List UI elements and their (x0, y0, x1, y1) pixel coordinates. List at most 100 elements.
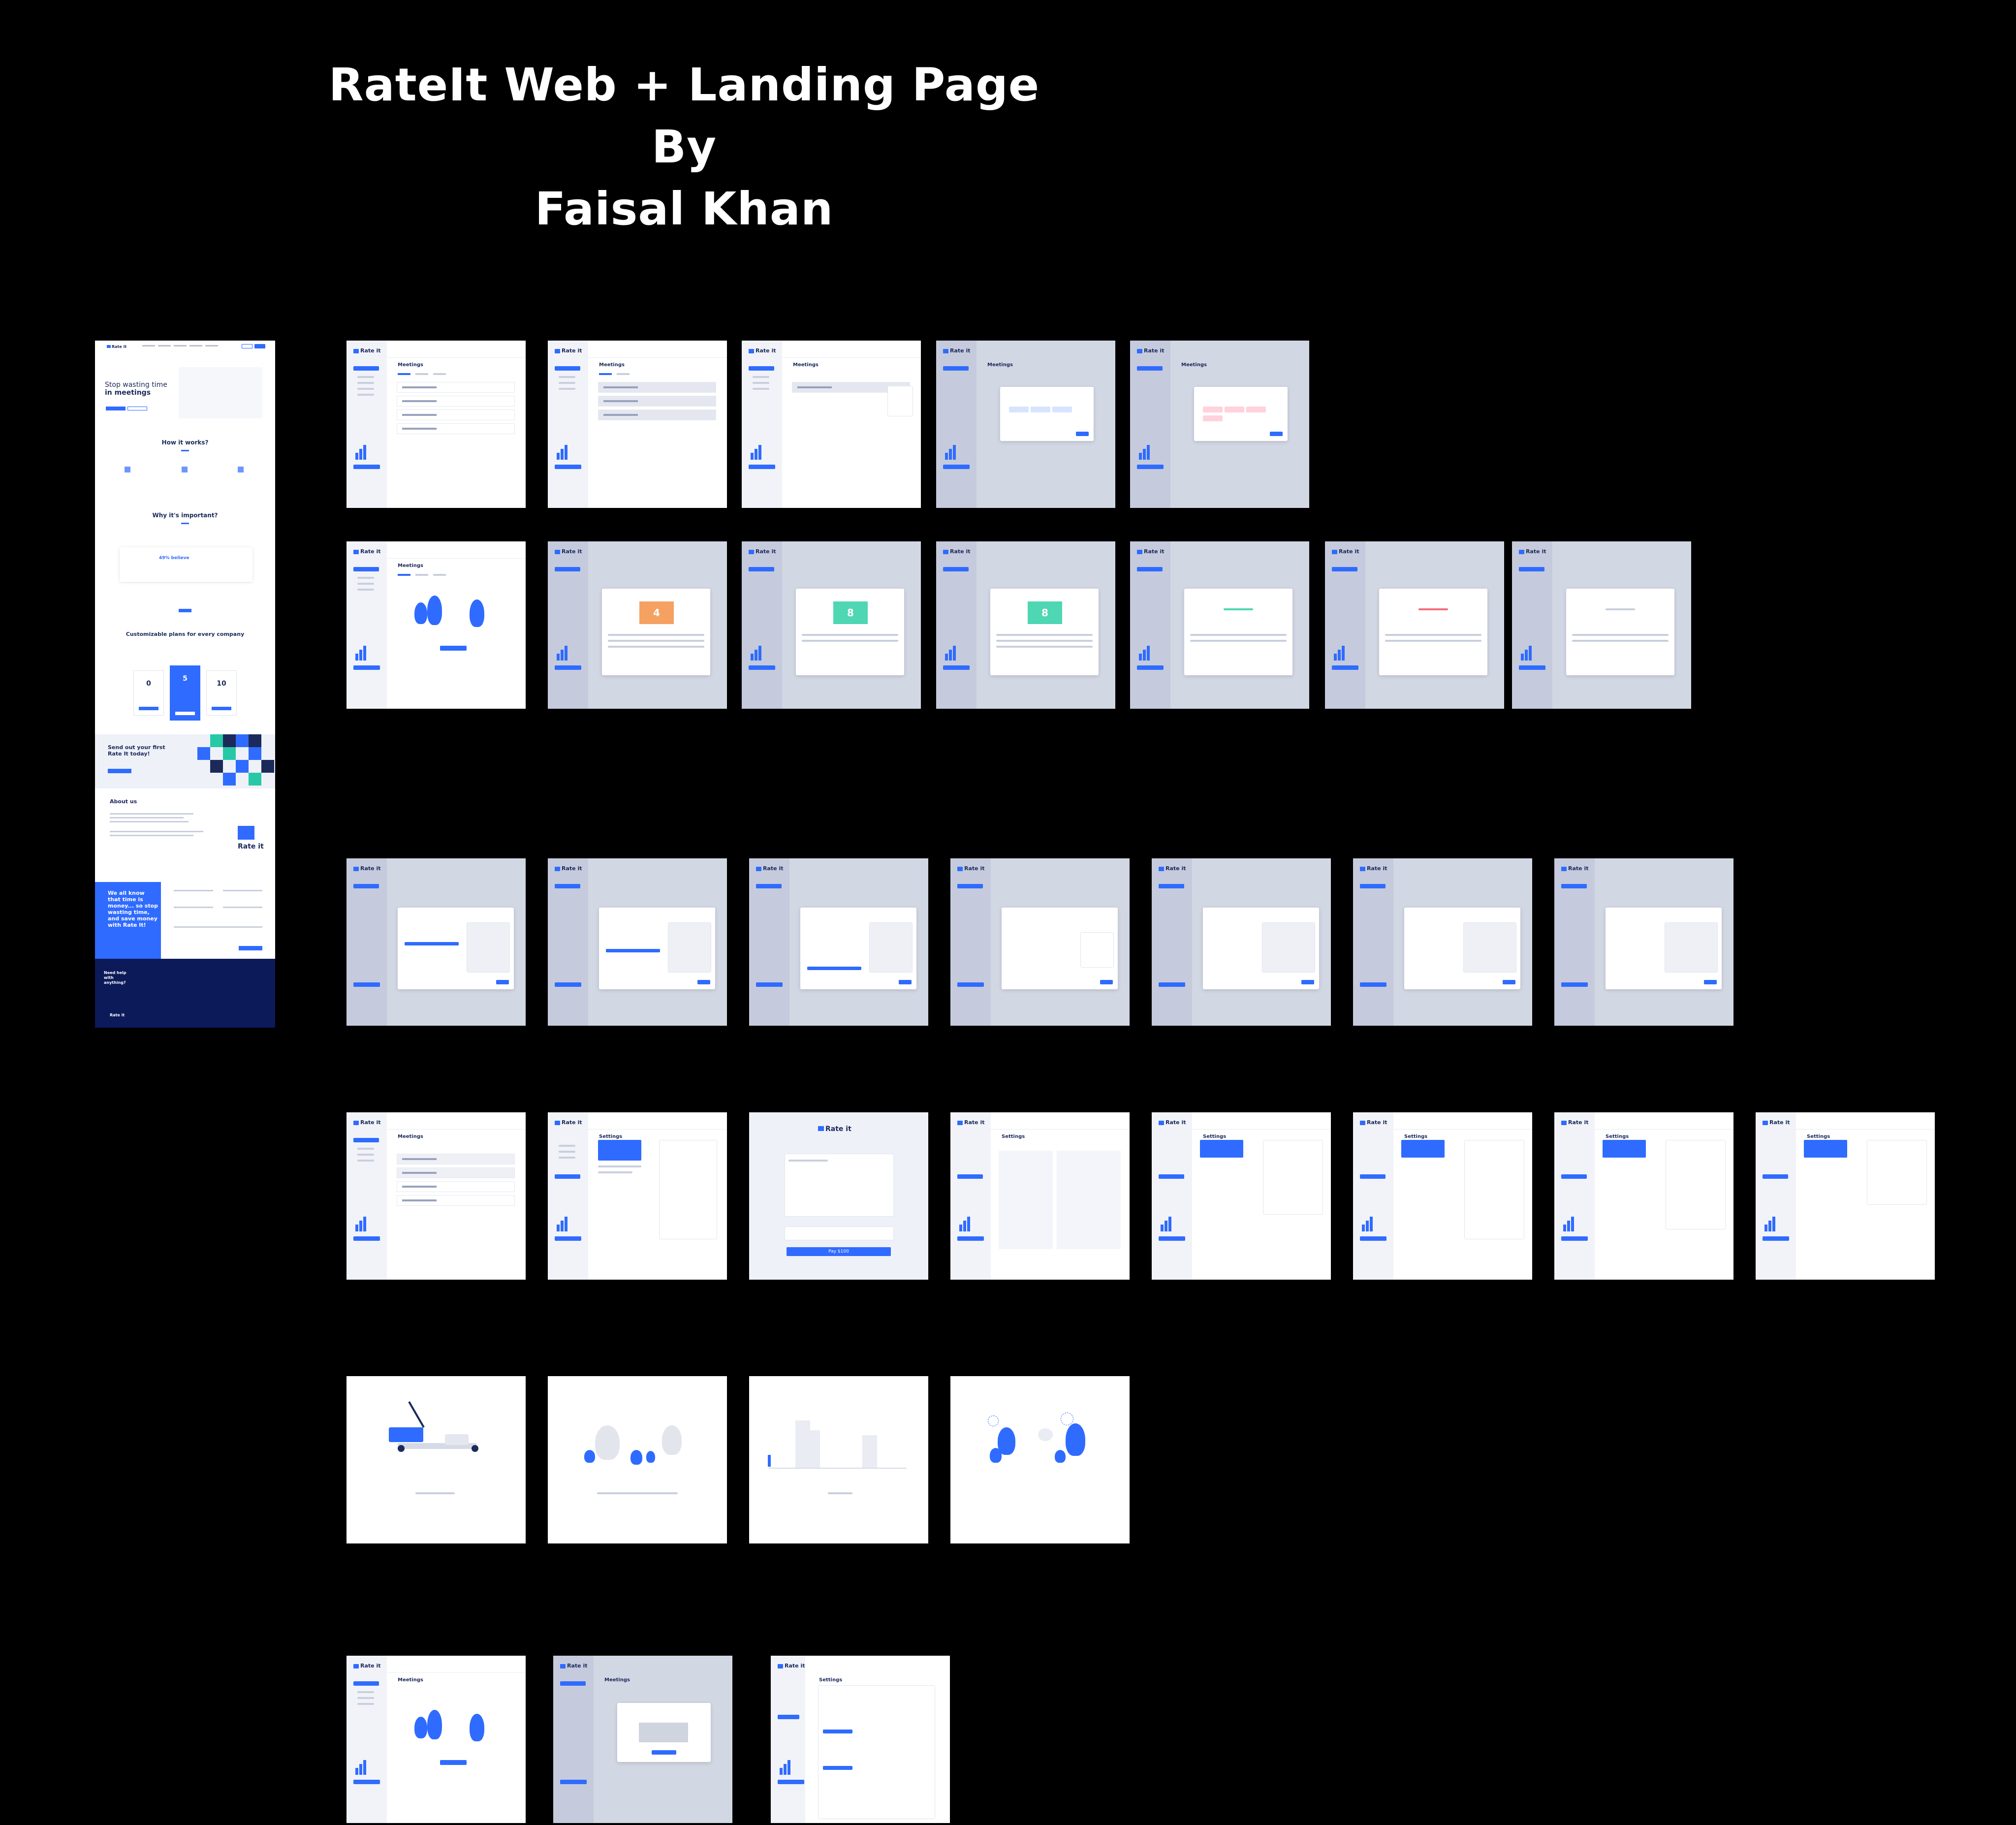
modal[interactable] (1379, 589, 1487, 675)
create-meeting-button[interactable] (440, 646, 467, 651)
screen-meetings-empty[interactable]: Rate it Meetings (346, 541, 526, 709)
screen-settings-user-management[interactable]: Rate it Settings (1152, 1112, 1331, 1280)
screen-create-meeting-5[interactable]: Rate it (1152, 858, 1331, 1026)
title-underline (181, 523, 189, 524)
footer-logo: Rate it (110, 1013, 125, 1017)
screen-payment[interactable]: Rate it Pay $100 (749, 1112, 928, 1280)
screen-result-teal-detail[interactable]: Rate it 8 (936, 541, 1115, 709)
plan-card-pro[interactable]: 5 (170, 665, 200, 721)
about-text-line (110, 831, 203, 832)
score-card: 8 (833, 601, 868, 624)
screen-settings-users[interactable]: Rate it Settings (950, 1112, 1130, 1280)
modal[interactable] (1203, 908, 1319, 989)
screen-create-meeting-3[interactable]: Rate it (749, 858, 928, 1026)
form-field[interactable] (223, 890, 262, 891)
modal[interactable]: 8 (796, 589, 904, 675)
title-underline (181, 450, 189, 451)
landing-logo[interactable]: Rate it (107, 345, 126, 349)
screen-meetings-list-alt[interactable]: Rate it Meetings (548, 341, 727, 508)
screen-modal-tags[interactable]: Rate it Meetings (936, 341, 1115, 508)
modal[interactable] (617, 1703, 711, 1762)
screen-result-summary[interactable]: Rate it (1512, 541, 1691, 709)
illustration-celebration (950, 1376, 1130, 1543)
modal[interactable]: 4 (602, 589, 710, 675)
screen-meetings-dropdown[interactable]: Rate it Meetings (346, 1112, 526, 1280)
modal[interactable] (800, 908, 916, 989)
screen-confirm-modal[interactable]: Rate it Meetings (553, 1656, 732, 1823)
calendar-icon (125, 467, 130, 472)
screen-meetings-list[interactable]: Rate it Meetings (346, 341, 526, 508)
modal[interactable] (1184, 589, 1292, 675)
title-line-1: RateIt Web + Landing Page (328, 59, 1040, 111)
payment-logo: Rate it (818, 1125, 851, 1133)
modal[interactable] (1606, 908, 1722, 989)
screen-settings-subscription[interactable]: Rate it Settings (548, 1112, 727, 1280)
about-text-line (110, 821, 189, 822)
screen-settings-user-edit[interactable]: Rate it Settings (1353, 1112, 1532, 1280)
form-field[interactable] (174, 907, 213, 908)
plan-button[interactable] (139, 707, 158, 710)
nav-link[interactable] (158, 345, 171, 346)
form-field[interactable] (174, 890, 213, 891)
why-important-title: Why it's important? (152, 512, 218, 519)
plan-price: 0 (146, 680, 151, 688)
plan-card-team[interactable]: 10 (206, 670, 237, 716)
screen-create-meeting-1[interactable]: Rate it (346, 858, 526, 1026)
form-field[interactable] (223, 907, 262, 908)
footer (95, 959, 275, 1028)
nav-link[interactable] (142, 345, 155, 346)
modal[interactable] (398, 908, 514, 989)
hero-illustration (179, 367, 262, 418)
stat-text: 49% believe (159, 556, 189, 561)
screen-settings-notifications[interactable]: Rate it Settings (1756, 1112, 1935, 1280)
score-card: 8 (1028, 601, 1062, 624)
form-message-field[interactable] (174, 926, 262, 928)
meetings-heading: Meetings (398, 362, 423, 368)
submit-button[interactable] (239, 946, 262, 950)
learn-more-button[interactable] (179, 609, 191, 612)
screen-meetings-empty-2[interactable]: Rate it Meetings (346, 1656, 526, 1823)
meetings-heading: Meetings (599, 362, 625, 368)
hero-cta-button[interactable] (106, 407, 126, 410)
modal[interactable] (1566, 589, 1674, 675)
cta-button[interactable] (108, 769, 131, 773)
landing-page-preview[interactable]: Rate it Stop wasting time in meetings Ho… (95, 341, 275, 1028)
modal[interactable] (1000, 387, 1094, 441)
about-text-line (110, 813, 193, 815)
modal[interactable] (599, 908, 715, 989)
screen-modal-tags-red[interactable]: Rate it Meetings (1130, 341, 1309, 508)
nav-link[interactable] (205, 345, 218, 346)
screen-meetings-menu[interactable]: Rate it Meetings (742, 341, 921, 508)
plans-title: Customizable plans for every company (126, 631, 245, 637)
modal[interactable] (1002, 908, 1118, 989)
screen-result-bars[interactable]: Rate it (1130, 541, 1309, 709)
screen-create-meeting-7[interactable]: Rate it (1554, 858, 1733, 1026)
tree-illustration (470, 599, 484, 627)
plan-price: 5 (183, 675, 188, 683)
screen-settings-form[interactable]: Rate it Settings (771, 1656, 950, 1823)
title-line-3: Faisal Khan (535, 183, 834, 235)
nav-link[interactable] (174, 345, 187, 346)
signup-button[interactable] (254, 344, 265, 348)
plan-button[interactable] (175, 712, 195, 715)
screen-result-bars-red[interactable]: Rate it (1325, 541, 1504, 709)
sidebar-illustration (353, 438, 377, 460)
context-menu[interactable] (887, 386, 913, 416)
modal[interactable] (1404, 908, 1520, 989)
tree-illustration (414, 602, 427, 624)
screen-result-teal[interactable]: Rate it 8 (742, 541, 921, 709)
screen-result-orange[interactable]: Rate it 4 (548, 541, 727, 709)
plan-button[interactable] (212, 707, 231, 710)
nav-link[interactable] (189, 345, 202, 346)
pay-button[interactable]: Pay $100 (787, 1247, 891, 1256)
modal[interactable] (1194, 387, 1288, 441)
screen-create-meeting-4[interactable]: Rate it (950, 858, 1130, 1026)
screen-create-meeting-6[interactable]: Rate it (1353, 858, 1532, 1026)
login-button[interactable] (242, 344, 252, 348)
hero-secondary-button[interactable] (127, 407, 147, 410)
plan-card-free[interactable]: 0 (133, 670, 164, 716)
modal[interactable]: 8 (990, 589, 1099, 675)
screen-settings-user-roles[interactable]: Rate it Settings (1554, 1112, 1733, 1280)
footer-help-text: Need help with anything? (104, 971, 126, 985)
screen-create-meeting-2[interactable]: Rate it (548, 858, 727, 1026)
